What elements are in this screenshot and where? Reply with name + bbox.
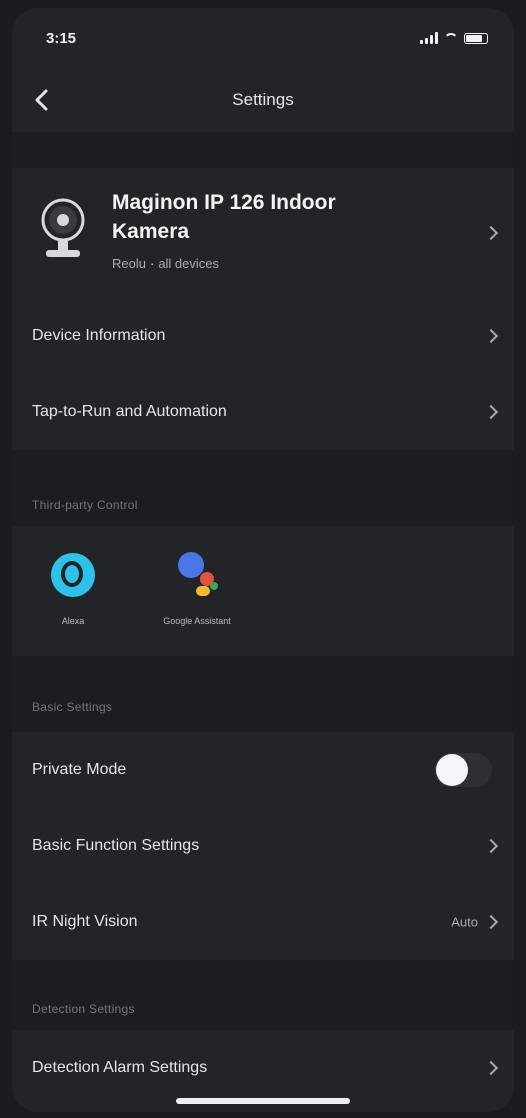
section-header-basic: Basic Settings	[12, 656, 514, 732]
ir-night-vision-row[interactable]: IR Night Vision Auto	[12, 884, 514, 960]
toggle-knob	[436, 754, 468, 786]
nav-bar: Settings	[12, 68, 514, 132]
status-bar: 3:15	[12, 8, 514, 68]
status-time: 3:15	[46, 30, 77, 47]
section-header-detection: Detection Settings	[12, 960, 514, 1030]
row-label: Basic Function Settings	[32, 837, 200, 854]
section-divider	[12, 132, 514, 168]
row-label: Tap-to-Run and Automation	[32, 403, 227, 420]
chevron-right-icon	[483, 914, 499, 930]
section-title: Third-party Control	[32, 498, 138, 512]
status-icons	[420, 32, 488, 44]
battery-icon	[464, 32, 488, 44]
detection-alarm-settings-row[interactable]: Detection Alarm Settings	[12, 1030, 514, 1106]
assistant-label: Alexa	[61, 616, 85, 626]
alexa-icon	[46, 548, 100, 602]
home-indicator[interactable]	[176, 1098, 350, 1104]
row-label: Device Information	[32, 327, 166, 344]
assistant-label: Google Assistant	[163, 616, 231, 626]
google-assistant-button[interactable]: Google Assistant	[152, 548, 242, 626]
private-mode-row: Private Mode	[12, 732, 514, 808]
chevron-right-icon	[483, 328, 499, 344]
wifi-icon	[444, 33, 458, 43]
chevron-right-icon	[483, 404, 499, 420]
chevron-right-icon	[483, 1060, 499, 1076]
section-title: Detection Settings	[32, 1002, 135, 1016]
alexa-button[interactable]: Alexa	[28, 548, 118, 626]
device-information-row[interactable]: Device Information	[12, 298, 514, 374]
row-label: Private Mode	[32, 761, 127, 778]
chevron-right-icon	[483, 838, 499, 854]
basic-function-settings-row[interactable]: Basic Function Settings	[12, 808, 514, 884]
assistants-panel: Alexa Google Assistant	[12, 526, 514, 656]
camera-icon	[41, 198, 85, 257]
section-header-third-party: Third-party Control	[12, 450, 514, 526]
signal-icon	[420, 32, 438, 44]
phone-screen: 3:15 Settings Maginon IP 126 Indoor Kame…	[12, 8, 514, 1112]
chevron-right-icon	[483, 225, 499, 241]
section-title: Basic Settings	[32, 700, 113, 714]
device-name: Maginon IP 126 Indoor Kamera	[112, 191, 336, 243]
ir-night-vision-value: Auto	[451, 914, 478, 930]
device-header[interactable]: Maginon IP 126 Indoor Kamera Reolu · all d…	[12, 168, 514, 298]
page-title: Settings	[232, 90, 294, 109]
google-assistant-icon	[170, 548, 224, 602]
device-subtitle: Reolu · all devices	[112, 256, 220, 271]
tap-to-run-row[interactable]: Tap-to-Run and Automation	[12, 374, 514, 450]
private-mode-toggle[interactable]	[434, 753, 492, 787]
row-label: Detection Alarm Settings	[32, 1059, 208, 1076]
device-room: Reolu	[112, 256, 146, 271]
row-label: IR Night Vision	[32, 913, 138, 930]
device-scope: all devices	[158, 256, 220, 271]
